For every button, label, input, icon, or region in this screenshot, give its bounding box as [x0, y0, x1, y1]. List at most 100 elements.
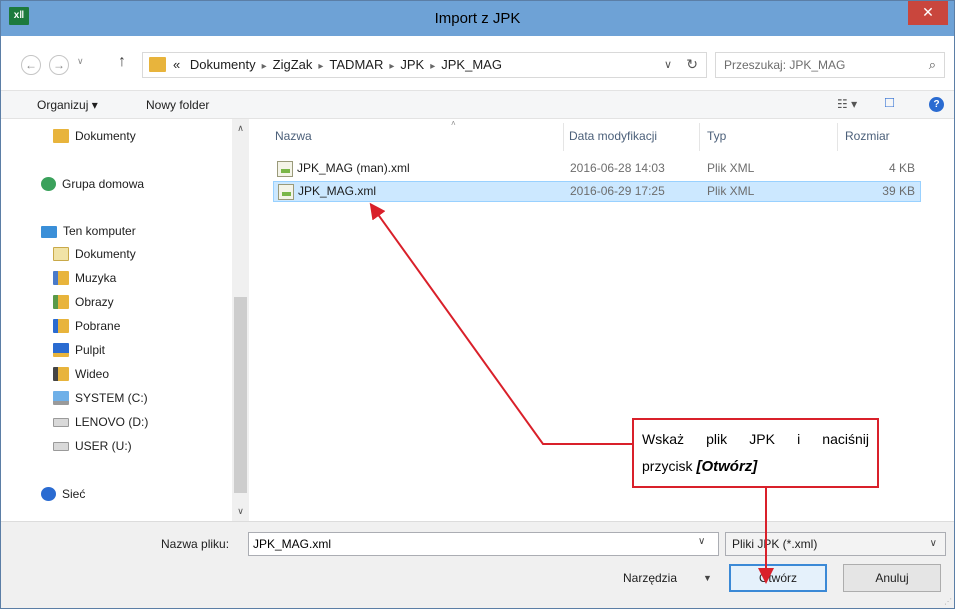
cancel-button[interactable]: Anuluj: [843, 564, 941, 592]
folder-icon: [53, 129, 69, 143]
filetype-select[interactable]: Pliki JPK (*.xml) ∨: [725, 532, 946, 556]
window-title: Import z JPK: [434, 10, 521, 27]
nav-item-pulpit[interactable]: Pulpit: [53, 339, 105, 361]
nav-item-system-c[interactable]: SYSTEM (C:): [53, 387, 148, 409]
title-bar: x‖ Import z JPK ✕: [1, 1, 954, 36]
desktop-icon: [53, 343, 69, 357]
file-type: Plik XML: [707, 161, 755, 175]
breadcrumb-jpk[interactable]: JPK: [400, 57, 424, 72]
navigation-pane: Dokumenty Grupa domowa Ten komputer Doku…: [1, 119, 249, 521]
chevron-down-icon[interactable]: ∨: [698, 536, 705, 547]
column-divider[interactable]: [837, 123, 838, 151]
open-button[interactable]: Otwórz: [729, 564, 827, 592]
sort-ascending-icon: ˄: [451, 119, 456, 128]
nav-label: Dokumenty: [75, 247, 136, 261]
music-icon: [53, 271, 69, 285]
drive-icon: [53, 418, 69, 427]
preview-pane-icon[interactable]: □: [885, 94, 894, 111]
file-row-selected[interactable]: JPK_MAG.xml 2016-06-29 17:25 Plik XML 39…: [273, 181, 921, 202]
nav-label: Dokumenty: [75, 129, 136, 143]
breadcrumb-dokumenty[interactable]: Dokumenty: [190, 57, 256, 72]
file-name: JPK_MAG.xml: [298, 184, 377, 198]
nav-label: Obrazy: [75, 295, 114, 309]
breadcrumb-separator[interactable]: ▸: [389, 61, 394, 72]
breadcrumb-zigzak[interactable]: ZigZak: [273, 57, 313, 72]
scroll-thumb[interactable]: [234, 297, 247, 493]
nav-scrollbar[interactable]: ∧ ∨: [232, 119, 249, 521]
column-header-size[interactable]: Rozmiar: [845, 129, 890, 143]
filename-label: Nazwa pliku:: [161, 537, 230, 551]
breadcrumb-separator[interactable]: ▸: [318, 61, 323, 72]
search-icon[interactable]: ⌕: [929, 57, 936, 73]
back-button[interactable]: ←: [21, 55, 41, 75]
network-icon: [41, 487, 56, 501]
chevron-down-icon[interactable]: ∨: [930, 538, 937, 549]
xml-file-icon: [278, 184, 294, 200]
nav-item-muzyka[interactable]: Muzyka: [53, 267, 116, 289]
chevron-down-icon[interactable]: ∨: [232, 506, 249, 517]
refresh-icon[interactable]: ↻: [686, 56, 698, 73]
breadcrumb-tadmar[interactable]: TADMAR: [329, 57, 383, 72]
column-header-type[interactable]: Typ: [707, 129, 726, 143]
callout-emphasis: [Otwórz]: [696, 458, 758, 475]
computer-icon: [41, 226, 57, 238]
help-icon[interactable]: ?: [929, 97, 944, 112]
resize-grip[interactable]: ⋰: [944, 597, 952, 606]
file-type: Plik XML: [707, 184, 755, 198]
nav-item-dokumenty[interactable]: Dokumenty: [53, 125, 136, 147]
breadcrumb-jpk-mag[interactable]: JPK_MAG: [441, 57, 502, 72]
nav-label: Pulpit: [75, 343, 106, 357]
filetype-value: Pliki JPK (*.xml): [732, 537, 818, 551]
view-options-icon[interactable]: ☷ ▾: [837, 97, 857, 111]
nav-item-wideo[interactable]: Wideo: [53, 363, 109, 385]
recent-locations-icon[interactable]: ∨: [77, 56, 84, 67]
file-name: JPK_MAG (man).xml: [297, 161, 410, 175]
chevron-up-icon[interactable]: ∧: [232, 123, 249, 134]
file-row[interactable]: JPK_MAG (man).xml 2016-06-28 14:03 Plik …: [273, 159, 921, 180]
address-bar[interactable]: « Dokumenty ▸ ZigZak ▸ TADMAR ▸ JPK ▸ JPK_MAG ∨ …: [142, 52, 707, 78]
breadcrumb-separator[interactable]: ▸: [262, 61, 267, 72]
search-input[interactable]: Przeszukaj: JPK_MAG ⌕: [715, 52, 945, 78]
new-folder-button[interactable]: Nowy folder: [146, 91, 209, 119]
breadcrumb-overflow[interactable]: «: [173, 57, 180, 72]
nav-item-grupa-domowa[interactable]: Grupa domowa: [41, 173, 144, 195]
system-drive-icon: [53, 391, 69, 405]
tools-menu[interactable]: Narzędzia: [623, 571, 677, 585]
folder-icon: [149, 57, 166, 72]
address-row: ← → ∨ ↑ « Dokumenty ▸ ZigZak ▸ TADMAR ▸ JPK ▸ JP…: [1, 36, 954, 90]
homegroup-icon: [41, 177, 56, 191]
pictures-icon: [53, 295, 69, 309]
nav-label: USER (U:): [75, 439, 132, 453]
filename-input[interactable]: [248, 532, 719, 556]
nav-item-pobrane[interactable]: Pobrane: [53, 315, 120, 337]
nav-item-dokumenty-pc[interactable]: Dokumenty: [53, 243, 136, 265]
column-header-name[interactable]: Nazwa: [275, 129, 312, 143]
organize-menu[interactable]: Organizuj ▾: [37, 91, 98, 119]
downloads-icon: [53, 319, 69, 333]
nav-label: Ten komputer: [63, 224, 136, 238]
breadcrumb-separator[interactable]: ▸: [430, 61, 435, 72]
nav-item-siec[interactable]: Sieć: [41, 483, 85, 505]
nav-label: LENOVO (D:): [75, 415, 149, 429]
nav-item-user-u[interactable]: USER (U:): [53, 435, 132, 457]
close-button[interactable]: ✕: [908, 1, 948, 25]
xml-file-icon: [277, 161, 293, 177]
file-modified: 2016-06-29 17:25: [570, 184, 665, 198]
import-dialog: x‖ Import z JPK ✕ ← → ∨ ↑ « Dokumenty ▸ Zi…: [0, 0, 955, 609]
nav-item-lenovo-d[interactable]: LENOVO (D:): [53, 411, 148, 433]
forward-button[interactable]: →: [49, 55, 69, 75]
chevron-down-icon[interactable]: ∨: [664, 58, 672, 71]
nav-label: SYSTEM (C:): [75, 391, 148, 405]
search-placeholder: Przeszukaj: JPK_MAG: [724, 58, 846, 72]
column-header-modified[interactable]: Data modyfikacji: [569, 129, 657, 143]
dialog-footer: Nazwa pliku: ∨ Pliki JPK (*.xml) ∨ Narzę…: [1, 521, 954, 608]
up-arrow-icon[interactable]: ↑: [118, 53, 126, 71]
nav-label: Sieć: [62, 487, 86, 501]
breadcrumb: « Dokumenty ▸ ZigZak ▸ TADMAR ▸ JPK ▸ JPK_MAG: [173, 53, 502, 77]
callout-line2: przycisk: [642, 458, 697, 474]
nav-item-obrazy[interactable]: Obrazy: [53, 291, 114, 313]
nav-item-ten-komputer[interactable]: Ten komputer: [41, 220, 136, 242]
column-divider[interactable]: [699, 123, 700, 151]
chevron-down-icon[interactable]: ▼: [703, 573, 712, 583]
column-divider[interactable]: [563, 123, 564, 151]
